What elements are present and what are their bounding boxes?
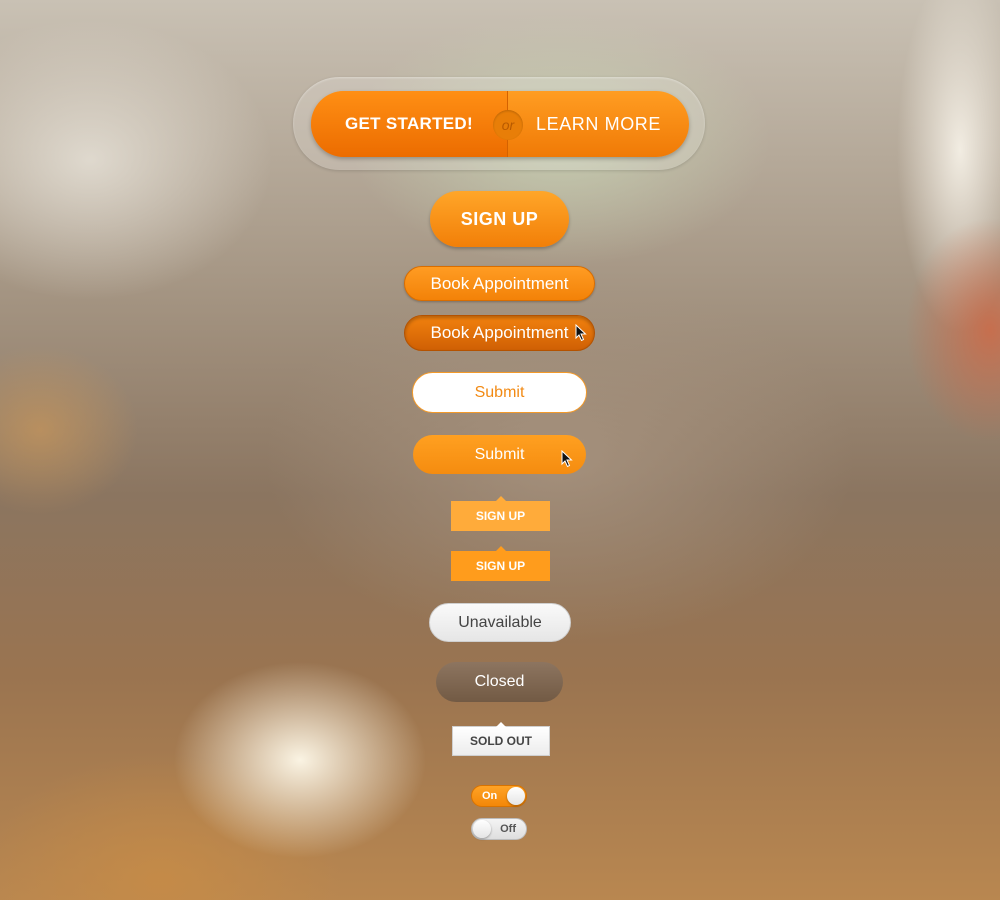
sign-up-tag-button[interactable]: SIGN UP <box>451 496 550 531</box>
book-appointment-button-pressed[interactable]: Book Appointment <box>404 315 595 351</box>
learn-more-button[interactable]: LEARN MORE <box>508 91 689 157</box>
sold-out-tag[interactable]: SOLD OUT <box>452 722 550 756</box>
cursor-icon <box>575 324 587 342</box>
sign-up-button-large[interactable]: SIGN UP <box>430 191 569 247</box>
book-appointment-button[interactable]: Book Appointment <box>404 266 595 301</box>
toggle-switch-on[interactable]: On <box>471 785 527 807</box>
toggle-off-label: Off <box>500 823 516 835</box>
unavailable-button[interactable]: Unavailable <box>429 603 571 642</box>
toggle-knob[interactable] <box>473 820 491 838</box>
toggle-knob[interactable] <box>507 787 525 805</box>
or-separator-badge: or <box>493 110 523 140</box>
cursor-icon <box>561 450 573 468</box>
closed-button[interactable]: Closed <box>436 662 563 702</box>
submit-button-outline[interactable]: Submit <box>412 372 587 413</box>
button-showcase: GET STARTED! LEARN MORE or SIGN UP Book … <box>0 0 1000 900</box>
toggle-on-label: On <box>482 790 498 802</box>
toggle-switch-off[interactable]: Off <box>471 818 527 840</box>
sign-up-tag-button-active[interactable]: SIGN UP <box>451 546 550 581</box>
get-started-button[interactable]: GET STARTED! <box>311 91 507 157</box>
